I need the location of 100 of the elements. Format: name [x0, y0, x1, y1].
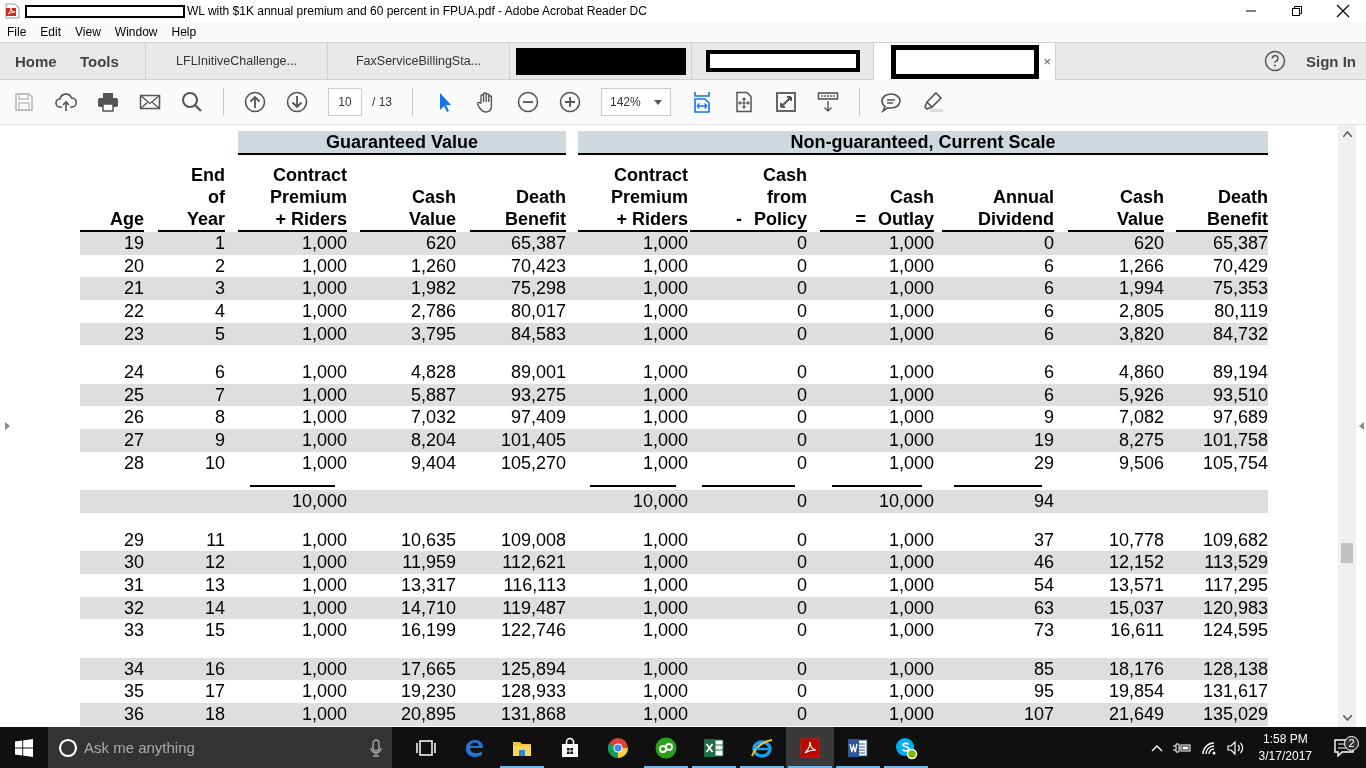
table-cell-text: 0 [796, 300, 807, 323]
table-cell-text: 29 [1032, 451, 1054, 475]
table-cell-text: 1,000 [887, 451, 934, 475]
app-circle-icon[interactable] [654, 735, 678, 760]
speech-bubble-icon[interactable] [880, 91, 902, 113]
power-plug-icon[interactable] [1172, 741, 1191, 754]
home-tab[interactable]: Home [0, 43, 70, 79]
restore-icon[interactable] [1291, 5, 1303, 17]
expand-pane-arrow-icon[interactable] [1358, 422, 1364, 430]
table-cell-text: 21,649 [1107, 702, 1164, 726]
close-tab-button[interactable]: × [1043, 54, 1051, 69]
chat-app-icon[interactable] [894, 735, 918, 760]
table-cell-text: 113,529 [1203, 551, 1268, 574]
table-cell-text: 6 [1043, 360, 1054, 384]
table-cell-text: 6 [1043, 322, 1054, 346]
microphone-icon[interactable] [370, 738, 382, 757]
table-cell-text: 23 [122, 322, 144, 346]
group-header: Non-guaranteed, Current Scale [578, 131, 1268, 155]
document-app-icon[interactable] [798, 735, 822, 760]
speaker-icon[interactable] [1226, 740, 1245, 755]
menu-item[interactable]: File [0, 25, 34, 39]
table-cell-text: 73 [1032, 619, 1054, 642]
table-cell-text: 1,000 [887, 406, 934, 429]
table-cell-text: 1,000 [887, 702, 934, 726]
page-crosshair-icon[interactable] [733, 91, 755, 113]
table-cell-text: 0 [796, 702, 807, 726]
table-cell-text: 1,000 [300, 551, 347, 574]
table-cell-text: 4,828 [409, 360, 456, 384]
plus-circle-icon[interactable] [559, 91, 581, 113]
help-icon[interactable] [1264, 50, 1286, 72]
table-cell-text: 109,008 [499, 528, 566, 552]
table-cell-text: 1,000 [641, 657, 688, 681]
search-field[interactable]: Ask me anything [48, 727, 392, 768]
cloud-upload-icon[interactable] [55, 91, 77, 113]
table-cell-text: 107 [1022, 702, 1054, 726]
windows-logo-icon[interactable] [15, 738, 33, 757]
menu-item[interactable]: Edit [33, 25, 69, 39]
close-icon[interactable] [1336, 4, 1350, 18]
table-cell-text: 26 [122, 406, 144, 429]
table-cell-text: 20,895 [399, 702, 456, 726]
table-cell-text: 128,138 [1201, 657, 1268, 681]
column-header: Death Benefit [1207, 186, 1268, 230]
table-cell-text: 0 [796, 657, 807, 681]
search-icon[interactable] [181, 91, 203, 113]
menu-item[interactable]: Window [107, 25, 165, 39]
table-cell-text: 80,119 [1213, 300, 1268, 323]
table-cell-text: 34 [122, 657, 144, 681]
table-cell-text: 70,423 [509, 254, 566, 278]
clock[interactable]: 1:58 PM 3/17/2017 [1258, 730, 1312, 765]
table-cell-text: 1,000 [887, 528, 934, 552]
table-cell-text: 10,778 [1107, 528, 1164, 552]
page-arrows-icon[interactable] [691, 91, 713, 113]
column-header: Contract Premium + Riders [269, 164, 347, 230]
tools-tab[interactable]: Tools [70, 43, 145, 79]
table-cell-text: 1,000 [641, 429, 688, 452]
table-cell-text: 9,404 [409, 451, 456, 475]
table-cell-text: 0 [1043, 232, 1054, 255]
table-cell-text: 36 [122, 702, 144, 726]
ruler-arrow-icon[interactable] [817, 91, 839, 113]
table-cell-text: 2,805 [1117, 300, 1164, 323]
table-cell-text: 1,994 [1117, 277, 1164, 301]
table-cell-text: 2 [214, 254, 225, 278]
table-cell-text: 6 [1043, 300, 1054, 323]
table-cell-text: 93,275 [509, 383, 566, 407]
table-cell-text: 1,000 [300, 429, 347, 452]
table-cell-text: 85 [1032, 657, 1054, 681]
document-tab[interactable]: LFLInitiveChallenge... [145, 43, 327, 79]
table-cell-text: 1,000 [641, 596, 688, 620]
scrollbar[interactable] [1338, 125, 1356, 727]
table-cell-text: 1,000 [887, 657, 934, 681]
table-cell-text: 1,000 [641, 573, 688, 597]
table-cell-text: 1,000 [641, 277, 688, 301]
expand-pane-arrow-icon[interactable] [4, 422, 10, 430]
expand-icon[interactable] [775, 91, 797, 113]
table-cell-text: 101,758 [1201, 429, 1268, 452]
scroll-thumb[interactable] [1341, 543, 1353, 563]
printer-icon[interactable] [97, 91, 119, 113]
table-cell-text: 15 [203, 619, 225, 642]
zoom-dropdown[interactable]: 142% [601, 88, 671, 116]
tricolor-circle-icon[interactable] [606, 735, 630, 760]
pen-icon[interactable] [922, 91, 944, 113]
wifi-icon[interactable] [1200, 740, 1217, 755]
table-cell-text: 13,317 [399, 573, 456, 597]
table-cell-text: 1,000 [300, 232, 347, 255]
caret-up-icon[interactable] [1150, 743, 1163, 752]
table-cell-text: 6 [1043, 254, 1054, 278]
menu-item[interactable]: Help [164, 25, 204, 39]
table-cell-text: 97,689 [1211, 406, 1268, 429]
page-number-field[interactable]: 10 [328, 88, 362, 116]
table-cell-text: 7,082 [1117, 406, 1164, 429]
table-cell-text: 0 [796, 277, 807, 301]
down-arrow-circle-icon[interactable] [286, 91, 308, 113]
table-cell-text: 17 [203, 680, 225, 703]
menu-item[interactable]: View [68, 25, 108, 39]
up-arrow-circle-icon[interactable] [244, 91, 266, 113]
sign-in-link[interactable]: Sign In [1306, 52, 1356, 70]
minus-circle-icon[interactable] [517, 91, 539, 113]
table-cell-text: 8 [214, 406, 225, 429]
table-cell-text: 84,732 [1211, 322, 1268, 346]
document-tab[interactable]: FaxServiceBillingSta... [327, 43, 509, 79]
